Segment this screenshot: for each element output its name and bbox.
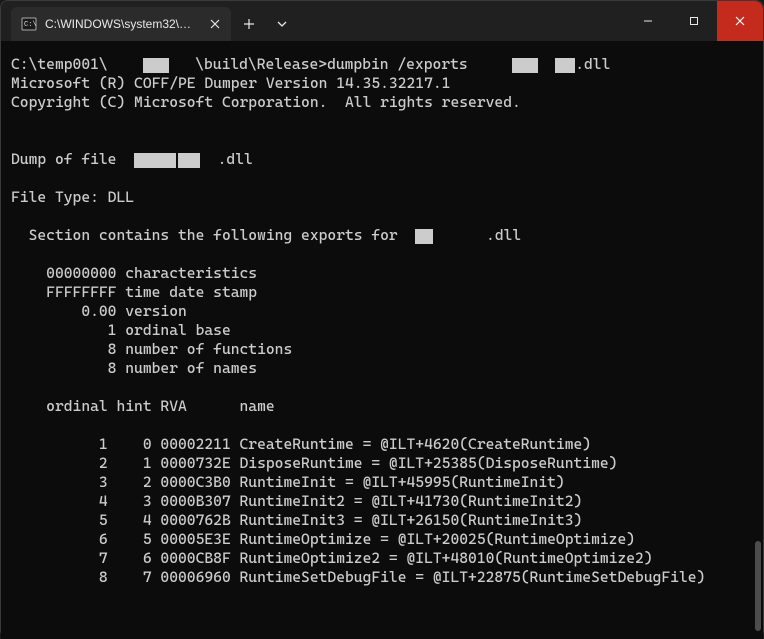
dll-ext: .dll bbox=[575, 55, 610, 73]
svg-text:C:\: C:\ bbox=[24, 21, 37, 29]
close-window-button[interactable] bbox=[717, 1, 763, 41]
tab-title: C:\WINDOWS\system32\cmd. bbox=[45, 17, 194, 31]
copyright-line: Copyright (C) Microsoft Corporation. All… bbox=[11, 93, 521, 111]
export-row: 6 5 00005E3E RuntimeOptimize = @ILT+2002… bbox=[11, 530, 635, 548]
export-row: 7 6 0000CB8F RuntimeOptimize2 = @ILT+480… bbox=[11, 549, 653, 567]
terminal-output[interactable]: C:\temp001\ \build\Release>dumpbin /expo… bbox=[1, 41, 763, 639]
redacted-text bbox=[415, 229, 433, 244]
prompt-path: C:\temp001\ bbox=[11, 55, 108, 73]
window-controls bbox=[625, 1, 763, 41]
tab-dropdown-button[interactable] bbox=[267, 7, 297, 41]
scrollbar-thumb[interactable] bbox=[755, 541, 761, 631]
ms-line: Microsoft (R) COFF/PE Dumper Version 14.… bbox=[11, 74, 450, 92]
tab-close-button[interactable] bbox=[206, 15, 223, 33]
maximize-button[interactable] bbox=[671, 1, 717, 41]
section-suffix: .dll bbox=[486, 226, 521, 244]
export-row: 8 7 00006960 RuntimeSetDebugFile = @ILT+… bbox=[11, 568, 705, 586]
dump-of-label: Dump of file bbox=[11, 150, 125, 168]
ordinal-base-line: 1 ordinal base bbox=[11, 321, 231, 339]
section-prefix: Section contains the following exports f… bbox=[11, 226, 407, 244]
num-functions-line: 8 number of functions bbox=[11, 340, 292, 358]
prompt-mid: \build\Release> bbox=[195, 55, 327, 73]
redacted-text bbox=[143, 58, 169, 73]
export-row: 4 3 0000B307 RuntimeInit2 = @ILT+41730(R… bbox=[11, 492, 582, 510]
redacted-text bbox=[512, 58, 538, 73]
export-row: 5 4 0000762B RuntimeInit3 = @ILT+26150(R… bbox=[11, 511, 582, 529]
new-tab-button[interactable] bbox=[231, 7, 267, 41]
redacted-text bbox=[555, 58, 575, 73]
tab-active[interactable]: C:\ C:\WINDOWS\system32\cmd. bbox=[11, 7, 231, 41]
version-line: 0.00 version bbox=[11, 302, 187, 320]
export-row: 2 1 0000732E DisposeRuntime = @ILT+25385… bbox=[11, 454, 617, 472]
redacted-text bbox=[134, 153, 176, 168]
timestamp-line: FFFFFFFF time date stamp bbox=[11, 283, 257, 301]
export-row: 1 0 00002211 CreateRuntime = @ILT+4620(C… bbox=[11, 435, 591, 453]
command-text: dumpbin /exports bbox=[327, 55, 468, 73]
characteristics-line: 00000000 characteristics bbox=[11, 264, 257, 282]
titlebar-drag-region[interactable] bbox=[297, 1, 625, 41]
minimize-button[interactable] bbox=[625, 1, 671, 41]
titlebar: C:\ C:\WINDOWS\system32\cmd. bbox=[1, 1, 763, 41]
redacted-text bbox=[178, 153, 200, 168]
num-names-line: 8 number of names bbox=[11, 359, 257, 377]
dll-ext2: .dll bbox=[218, 150, 253, 168]
cmd-icon: C:\ bbox=[21, 16, 37, 32]
export-row: 3 2 0000C3B0 RuntimeInit = @ILT+45995(Ru… bbox=[11, 473, 565, 491]
file-type-line: File Type: DLL bbox=[11, 188, 134, 206]
export-table-header: ordinal hint RVA name bbox=[11, 397, 275, 415]
